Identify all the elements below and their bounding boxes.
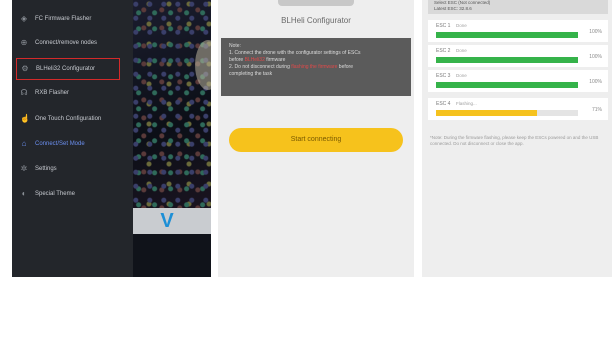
drawer-item-0[interactable]: ◈ FC Firmware Flasher <box>12 8 133 30</box>
gear-icon: ✲ <box>20 164 28 173</box>
esc-row-2: ESC 2 Done 100% <box>428 45 608 67</box>
esc-row-3: ESC 3 Done 100% <box>428 70 608 92</box>
drawer-item-7[interactable]: ◐ Special Theme <box>12 183 133 205</box>
drawer-item-label: Connect/Set Mode <box>35 140 85 147</box>
app-screen-preview: V <box>133 208 211 277</box>
esc-flashing-screen: Select ESC (Not connected) Latest ESC: 3… <box>422 0 612 277</box>
drawer-item-5[interactable]: ⌂ Connect/Set Mode <box>12 133 133 155</box>
drawer-item-label: Settings <box>35 165 57 172</box>
app-logo-icon: V <box>160 210 174 232</box>
drawer-item-4[interactable]: ☝ One Touch Configuration <box>12 108 133 130</box>
progress-track <box>436 110 578 116</box>
notice-line-1b: before BLHeli32 firmware <box>229 57 286 63</box>
progress-track <box>436 32 578 38</box>
progress-track <box>436 57 578 63</box>
drawer-item-2[interactable]: ⚙ BLHeli32 Configurator <box>16 58 120 80</box>
esc-name: ESC 2 <box>436 48 451 54</box>
esc-header-line-2: Latest ESC: 32.8.6 <box>434 6 472 11</box>
drawer-item-label: One Touch Configuration <box>35 115 102 122</box>
progress-percent: 100% <box>589 79 602 85</box>
esc-row-1: ESC 1 Done 100% <box>428 20 608 42</box>
flight-controller-icon: ◈ <box>20 14 28 23</box>
touch-icon: ☝ <box>20 114 30 123</box>
progress-percent: 71% <box>591 107 602 113</box>
configurator-screen: BLHeli Configurator Note: 1. Connect the… <box>218 0 414 277</box>
flashing-note: *Note: During the firmware flashing, ple… <box>430 135 599 146</box>
progress-fill <box>436 82 578 88</box>
configurator-logo <box>278 0 354 6</box>
notice-box: Note: 1. Connect the drone with the conf… <box>221 38 411 96</box>
app-drawer-screen: ◈ FC Firmware Flasher ⊕ Connect/remove node… <box>12 0 211 277</box>
esc-status: Flashing... <box>456 101 477 106</box>
theme-icon: ◐ <box>21 189 27 198</box>
esc-name: ESC 4 <box>436 101 451 107</box>
page-title: BLHeli Configurator <box>281 16 351 25</box>
drawer-item-label: Connect/remove nodes <box>35 39 98 46</box>
esc-name: ESC 1 <box>436 23 451 29</box>
progress-track <box>436 82 578 88</box>
progress-percent: 100% <box>589 29 602 35</box>
connect-icon: ⊕ <box>20 38 28 47</box>
esc-header: Select ESC (Not connected) Latest ESC: 3… <box>428 0 608 14</box>
notice-line-2: 2. Do not disconnect during flashing the… <box>229 64 353 70</box>
esc-status: Done <box>456 23 467 28</box>
radio-icon: ☊ <box>20 88 28 97</box>
drawer-item-label: BLHeli32 Configurator <box>36 65 96 72</box>
drawer-item-1[interactable]: ⊕ Connect/remove nodes <box>12 32 133 54</box>
esc-row-4: ESC 4 Flashing... 71% <box>428 98 608 120</box>
progress-fill <box>436 110 537 116</box>
notice-line-3: completing the task <box>229 71 273 77</box>
drawer-item-6[interactable]: ✲ Settings <box>12 158 133 180</box>
progress-percent: 100% <box>589 54 602 60</box>
esc-name: ESC 3 <box>436 73 451 79</box>
esc-status: Done <box>456 73 467 78</box>
start-connecting-button[interactable]: Start connecting <box>229 128 403 152</box>
progress-fill <box>436 57 578 63</box>
notice-heading: Note: <box>229 43 241 49</box>
drawer-item-label: Special Theme <box>35 190 75 197</box>
drawer-item-label: FC Firmware Flasher <box>35 15 92 22</box>
notice-line-1: 1. Connect the drone with the configurat… <box>229 50 361 56</box>
background-photo <box>133 0 211 208</box>
navigation-drawer: ◈ FC Firmware Flasher ⊕ Connect/remove node… <box>12 0 133 277</box>
blheli-icon: ⚙ <box>21 64 29 73</box>
home-icon: ⌂ <box>21 139 27 148</box>
drawer-item-label: RXB Flasher <box>35 89 70 96</box>
esc-status: Done <box>456 48 467 53</box>
drawer-item-3[interactable]: ☊ RXB Flasher <box>12 82 133 104</box>
app-header-bar: V <box>133 208 211 234</box>
progress-fill <box>436 32 578 38</box>
